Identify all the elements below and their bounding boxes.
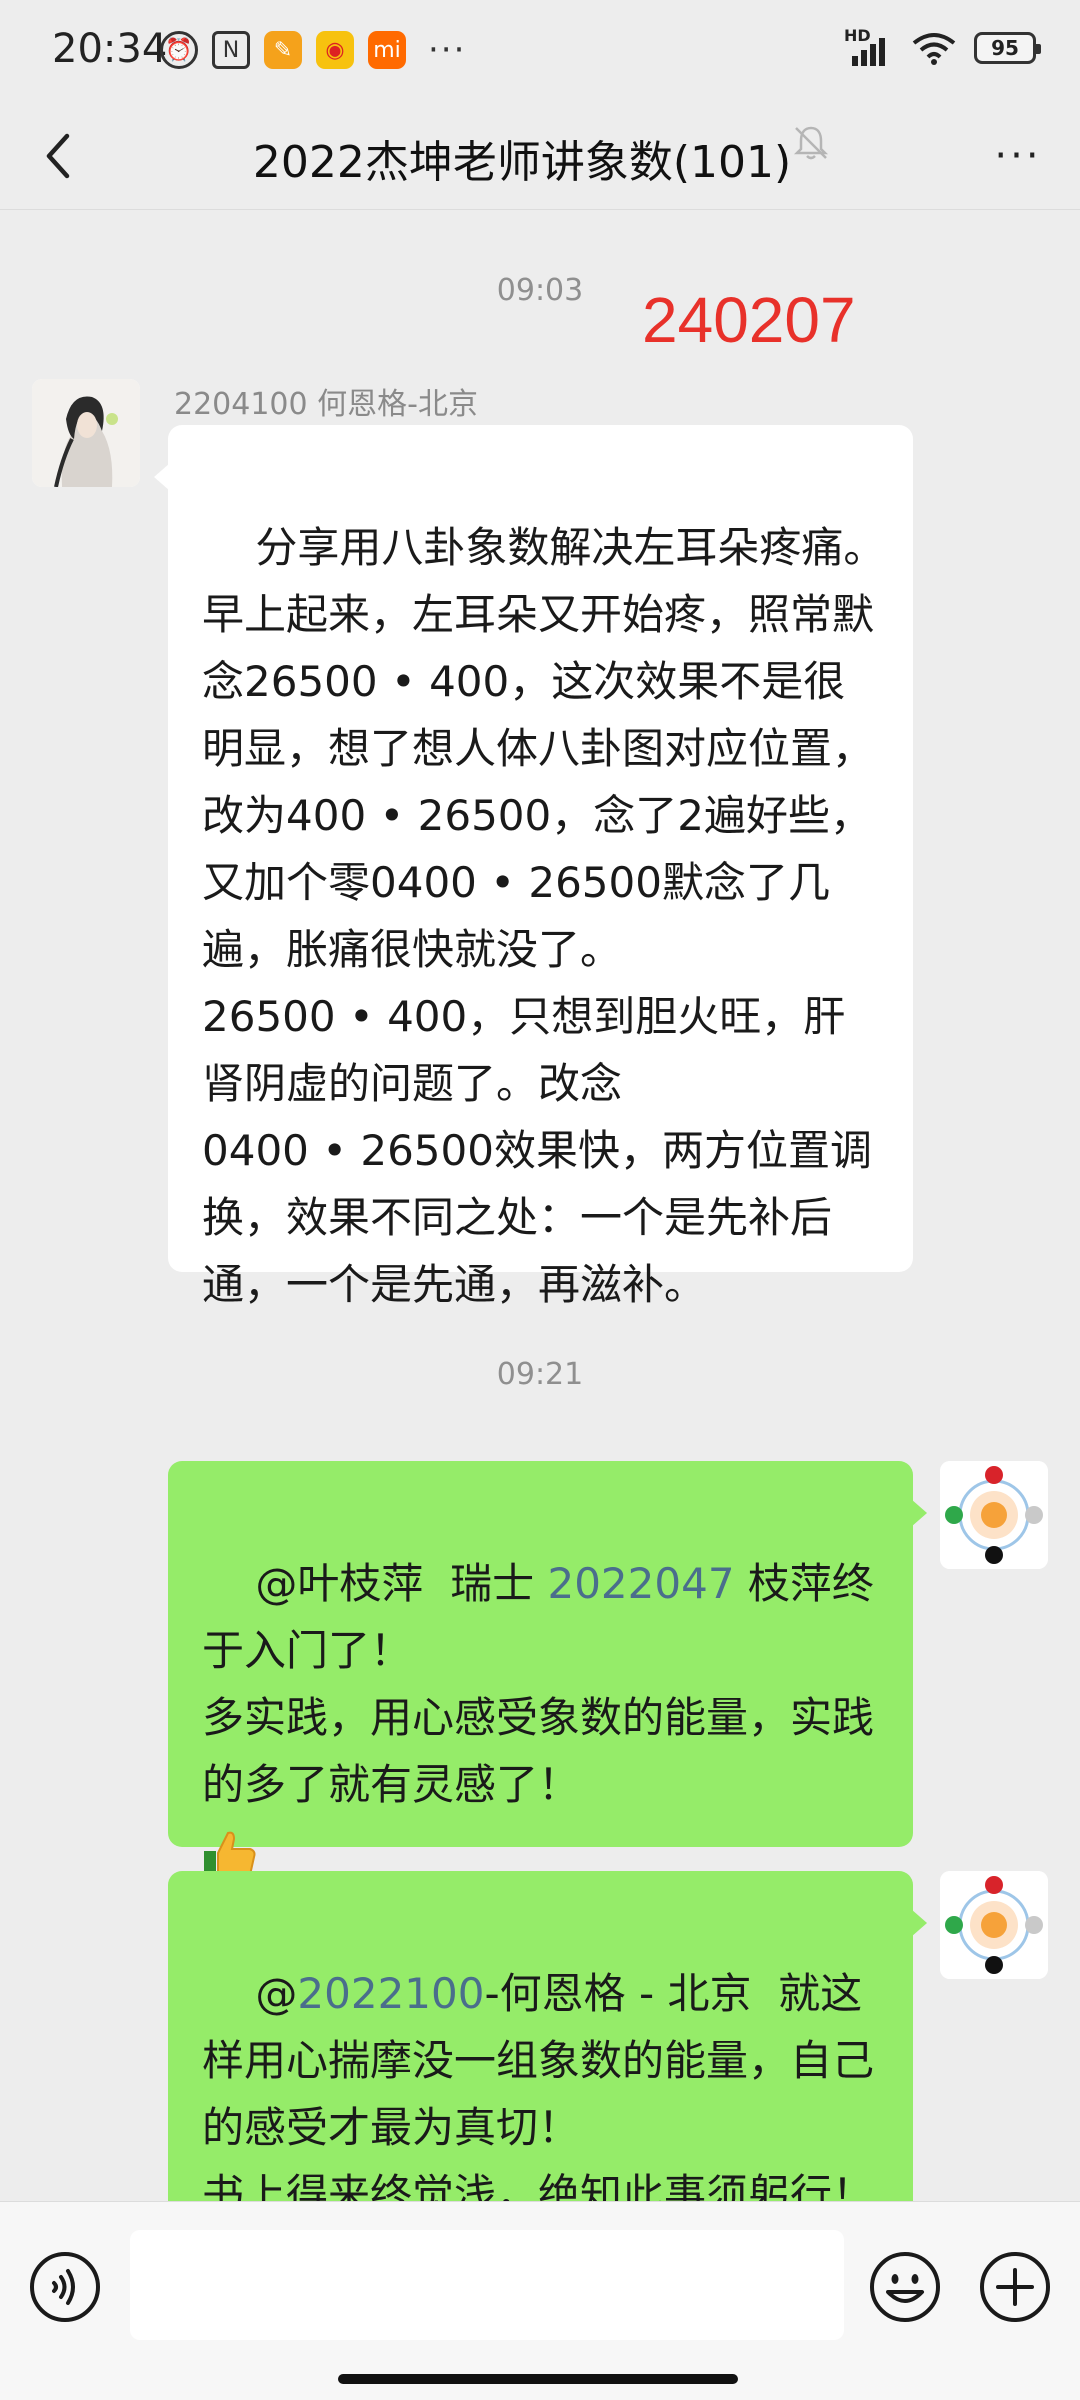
notification-icons: ⏰ N ✎ ◉ mi ··· bbox=[160, 30, 466, 70]
mention-number[interactable]: 2022047 bbox=[547, 1559, 734, 1608]
system-icons: HD 95 bbox=[844, 26, 1041, 66]
more-functions-button[interactable] bbox=[978, 2250, 1052, 2324]
chat-header: 2022杰坤老师讲象数(101) ··· bbox=[0, 104, 1080, 210]
input-bar bbox=[0, 2201, 1080, 2400]
voice-icon bbox=[30, 2252, 100, 2322]
sender-avatar[interactable] bbox=[32, 379, 140, 487]
mention-name[interactable]: -何恩格 - 北京 bbox=[484, 1969, 751, 2018]
voice-input-button[interactable] bbox=[28, 2250, 102, 2324]
emoji-button[interactable] bbox=[868, 2250, 942, 2324]
wifi-icon bbox=[912, 33, 956, 65]
date-annotation: 240207 bbox=[642, 284, 856, 356]
more-notifications-icon: ··· bbox=[428, 30, 467, 70]
signal-icon: HD bbox=[844, 26, 894, 66]
plus-icon bbox=[980, 2252, 1050, 2322]
my-avatar[interactable] bbox=[940, 1871, 1048, 1979]
mute-bell-icon bbox=[793, 126, 829, 160]
home-indicator[interactable] bbox=[338, 2374, 738, 2384]
status-bar: 20:34 ⏰ N ✎ ◉ mi ··· HD 95 bbox=[0, 0, 1080, 104]
my-avatar[interactable] bbox=[940, 1461, 1048, 1569]
bagua-diagram-icon bbox=[940, 1871, 1048, 1979]
message-list[interactable]: 09:03 240207 2204100 何恩格-北京 分享用八卦象数解决左耳朵… bbox=[0, 211, 1080, 2201]
status-time: 20:34 bbox=[52, 26, 168, 72]
emoji-icon bbox=[870, 2252, 940, 2322]
message-bubble[interactable]: @叶枝萍 瑞士 2022047 枝萍终于入门了！ 多实践，用心感受象数的能量，实… bbox=[168, 1461, 927, 1880]
message-timestamp: 09:21 bbox=[496, 1357, 584, 1392]
alarm-icon: ⏰ bbox=[160, 31, 198, 69]
mi-icon: mi bbox=[368, 31, 406, 69]
message-bubble[interactable]: 分享用八卦象数解决左耳朵疼痛。早上起来，左耳朵又开始疼，照常默念26500 • … bbox=[154, 425, 913, 1309]
mention-number[interactable]: 2022100 bbox=[297, 1969, 484, 2018]
weibo-icon: ◉ bbox=[316, 31, 354, 69]
bagua-diagram-icon bbox=[940, 1461, 1048, 1569]
chat-title: 2022杰坤老师讲象数(101) bbox=[252, 137, 792, 188]
message-text: 分享用八卦象数解决左耳朵疼痛。早上起来，左耳朵又开始疼，照常默念26500 • … bbox=[202, 523, 886, 1309]
mention-name[interactable]: @叶枝萍 bbox=[255, 1559, 423, 1608]
mention-location: 瑞士 bbox=[423, 1559, 535, 1608]
battery-icon: 95 bbox=[974, 32, 1041, 64]
message-input[interactable] bbox=[130, 2230, 844, 2340]
nfc-icon: N bbox=[212, 31, 250, 69]
app-notification-icon: ✎ bbox=[264, 31, 302, 69]
more-options-button[interactable]: ··· bbox=[986, 126, 1050, 186]
sender-name: 2204100 何恩格-北京 bbox=[174, 387, 478, 422]
message-bubble[interactable]: @2022100-何恩格 - 北京 就这样用心揣摩没一组象数的能量，自己的感受才… bbox=[168, 1871, 927, 2201]
message-timestamp: 09:03 bbox=[496, 273, 584, 308]
mention-symbol: @ bbox=[255, 1969, 298, 2018]
avatar-image bbox=[32, 379, 140, 487]
